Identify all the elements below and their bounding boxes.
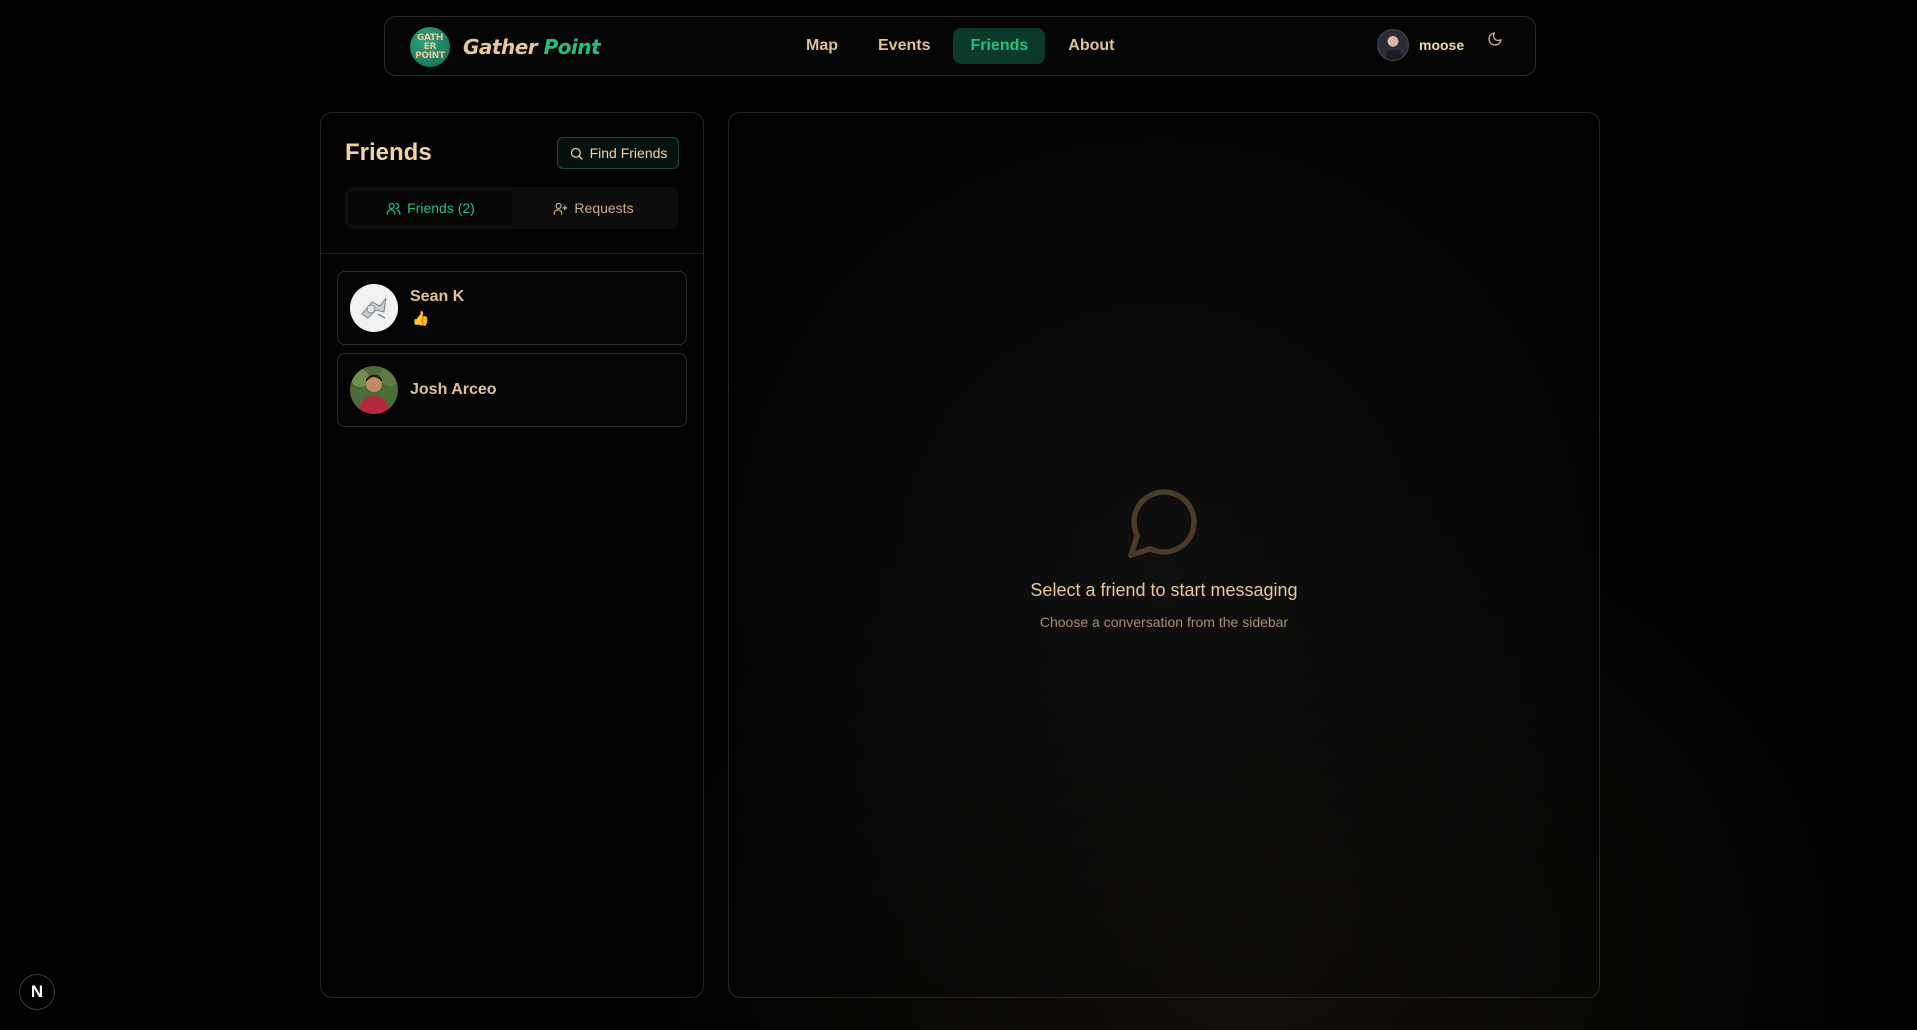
find-friends-button[interactable]: Find Friends [557, 137, 679, 169]
brand-logo-text: GATHER POINT [415, 32, 445, 61]
friend-status: 👍 [412, 310, 430, 326]
empty-state-subtitle: Choose a conversation from the sidebar [1039, 614, 1289, 630]
brand[interactable]: GATHER POINT Gather Point [410, 27, 601, 67]
top-navbar: GATHER POINT Gather Point Map Events Fri… [384, 16, 1536, 76]
nav-links: Map Events Friends About [789, 28, 1137, 64]
friends-sidebar: Friends Find Friends Friends (2) Request… [320, 112, 704, 998]
users-icon [386, 202, 401, 215]
user-menu[interactable]: moose [1377, 29, 1464, 61]
message-circle-icon [1128, 489, 1197, 558]
nav-link-friends[interactable]: Friends [953, 28, 1046, 64]
search-icon [570, 147, 583, 160]
friend-item-josh-arceo[interactable]: Josh Arceo [337, 353, 687, 427]
nav-link-events[interactable]: Events [861, 28, 947, 64]
brand-name-part2: Point [543, 35, 601, 59]
tab-friends-label: Friends (2) [407, 200, 475, 216]
friend-name: Sean K [410, 288, 465, 305]
chat-panel: Select a friend to start messaging Choos… [728, 112, 1600, 998]
sidebar-divider [321, 253, 703, 254]
find-friends-label: Find Friends [589, 145, 668, 161]
friend-avatar [350, 366, 398, 414]
sidebar-title: Friends [345, 139, 432, 166]
dev-tools-badge[interactable]: N [19, 974, 55, 1010]
nav-link-map[interactable]: Map [789, 28, 855, 64]
nav-link-about[interactable]: About [1051, 28, 1131, 64]
tab-friends[interactable]: Friends (2) [349, 191, 512, 225]
tab-requests[interactable]: Requests [512, 191, 675, 225]
empty-state-title: Select a friend to start messaging [1030, 580, 1298, 600]
friend-avatar [350, 284, 398, 332]
user-avatar [1377, 29, 1409, 61]
tab-requests-label: Requests [574, 200, 634, 216]
sidebar-tabs: Friends (2) Requests [345, 187, 679, 229]
friend-name: Josh Arceo [410, 381, 497, 398]
brand-name: Gather Point [463, 35, 601, 59]
friend-item-sean-k[interactable]: Sean K 👍 [337, 271, 687, 345]
brand-name-part1: Gather [463, 35, 538, 59]
username: moose [1419, 37, 1465, 53]
user-plus-icon [554, 202, 568, 215]
moon-icon[interactable] [1487, 31, 1505, 49]
brand-logo: GATHER POINT [410, 27, 450, 67]
